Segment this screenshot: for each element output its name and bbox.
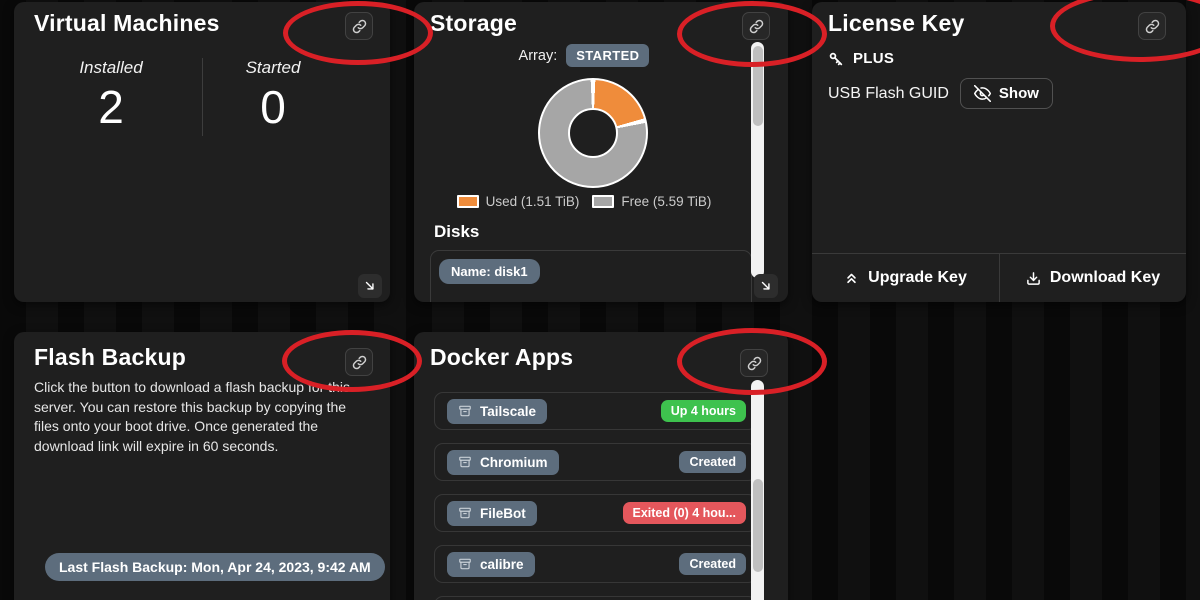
docker-scrollbar-thumb[interactable] <box>753 479 763 572</box>
guid-label: USB Flash GUID <box>828 85 949 103</box>
legend-item-free: Free (5.59 TiB) <box>592 194 711 209</box>
archive-box-icon <box>458 455 472 469</box>
array-status-row: Array: STARTED <box>414 44 754 67</box>
app-name-badge[interactable]: Chromium <box>447 450 559 475</box>
link-icon <box>749 19 764 34</box>
status-badge: Up 4 hours <box>661 400 746 423</box>
docker-apps-card: Docker Apps Tailscale Up 4 hours Chromiu… <box>414 332 788 600</box>
download-icon <box>1026 271 1041 286</box>
free-label: Free (5.59 TiB) <box>621 194 711 209</box>
storage-usage-donut-chart <box>538 78 648 188</box>
docker-apps-title: Docker Apps <box>430 344 573 371</box>
app-name: Chromium <box>480 455 548 470</box>
arrow-down-right-icon <box>363 279 377 293</box>
vm-started-value: 0 <box>260 82 286 133</box>
app-name-badge[interactable]: Tailscale <box>447 399 547 424</box>
vm-installed-value: 2 <box>98 82 124 133</box>
archive-box-icon <box>458 404 472 418</box>
flash-backup-title: Flash Backup <box>34 344 186 371</box>
docker-row-filebot[interactable]: FileBot Exited (0) 4 hou... <box>434 494 757 532</box>
docker-scrollbar[interactable] <box>751 380 764 600</box>
vm-started-label: Started <box>246 58 301 78</box>
license-key-card: License Key PLUS USB Flash GUID Show <box>812 2 1186 302</box>
virtual-machines-link-button[interactable] <box>345 12 373 40</box>
docker-apps-link-button[interactable] <box>740 349 768 377</box>
used-swatch <box>457 195 479 208</box>
license-key-title: License Key <box>828 10 964 37</box>
array-label: Array: <box>519 48 558 64</box>
guid-row: USB Flash GUID Show <box>828 78 1053 109</box>
disk-name-badge: Name: disk1 <box>439 259 540 284</box>
legend-item-used: Used (1.51 TiB) <box>457 194 580 209</box>
flash-backup-card: Flash Backup Click the button to downloa… <box>14 332 390 600</box>
flash-backup-link-button[interactable] <box>345 348 373 376</box>
dashboard: Virtual Machines Installed 2 Started 0 S… <box>0 0 1200 600</box>
chevron-double-up-icon <box>844 271 859 286</box>
app-name: FileBot <box>480 506 526 521</box>
storage-scrollbar-thumb[interactable] <box>753 46 763 126</box>
disk-row-disk1[interactable]: Name: disk1 <box>430 250 752 302</box>
vm-installed-stat: Installed 2 <box>30 58 192 133</box>
flash-backup-description: Click the button to download a flash bac… <box>34 378 362 456</box>
free-swatch <box>592 195 614 208</box>
last-flash-backup-badge: Last Flash Backup: Mon, Apr 24, 2023, 9:… <box>45 553 385 581</box>
storage-title: Storage <box>430 10 517 37</box>
app-name: Tailscale <box>480 404 536 419</box>
status-badge: Exited (0) 4 hou... <box>623 502 747 525</box>
license-key-link-button[interactable] <box>1138 12 1166 40</box>
upgrade-key-button[interactable]: Upgrade Key <box>812 254 999 302</box>
docker-row-chromium[interactable]: Chromium Created <box>434 443 757 481</box>
link-icon <box>352 19 367 34</box>
app-name-badge[interactable]: calibre <box>447 552 535 577</box>
show-button-label: Show <box>999 85 1039 102</box>
vm-started-stat: Started 0 <box>192 58 354 133</box>
key-icon <box>828 51 844 67</box>
upgrade-key-label: Upgrade Key <box>868 269 967 287</box>
docker-row-tailscale[interactable]: Tailscale Up 4 hours <box>434 392 757 430</box>
arrow-down-right-icon <box>759 279 773 293</box>
archive-box-icon <box>458 557 472 571</box>
storage-resize-handle[interactable] <box>754 274 778 298</box>
download-key-button[interactable]: Download Key <box>999 254 1186 302</box>
chart-legend: Used (1.51 TiB) Free (5.59 TiB) <box>414 194 754 209</box>
license-footer: Upgrade Key Download Key <box>812 253 1186 302</box>
storage-card: Storage Array: STARTED Used (1.51 TiB) F… <box>414 2 788 302</box>
array-status-badge: STARTED <box>566 44 649 67</box>
vm-resize-handle[interactable] <box>358 274 382 298</box>
status-badge: Created <box>679 451 746 474</box>
storage-link-button[interactable] <box>742 12 770 40</box>
app-name: calibre <box>480 557 524 572</box>
license-tier-label: PLUS <box>853 50 894 67</box>
stats-divider <box>202 58 203 136</box>
storage-scrollbar[interactable] <box>751 42 764 278</box>
docker-row-calibre[interactable]: calibre Created <box>434 545 757 583</box>
license-tier-row: PLUS <box>828 50 894 67</box>
docker-row-partial[interactable] <box>434 596 757 600</box>
link-icon <box>352 355 367 370</box>
status-badge: Created <box>679 553 746 576</box>
link-icon <box>747 356 762 371</box>
virtual-machines-card: Virtual Machines Installed 2 Started 0 <box>14 2 390 302</box>
eye-slash-icon <box>974 85 991 102</box>
link-icon <box>1145 19 1160 34</box>
app-name-badge[interactable]: FileBot <box>447 501 537 526</box>
virtual-machines-title: Virtual Machines <box>34 10 220 37</box>
disks-heading: Disks <box>434 222 479 242</box>
download-key-label: Download Key <box>1050 269 1160 287</box>
donut-hole <box>568 108 618 158</box>
used-label: Used (1.51 TiB) <box>486 194 580 209</box>
vm-installed-label: Installed <box>79 58 142 78</box>
show-guid-button[interactable]: Show <box>960 78 1053 109</box>
archive-box-icon <box>458 506 472 520</box>
